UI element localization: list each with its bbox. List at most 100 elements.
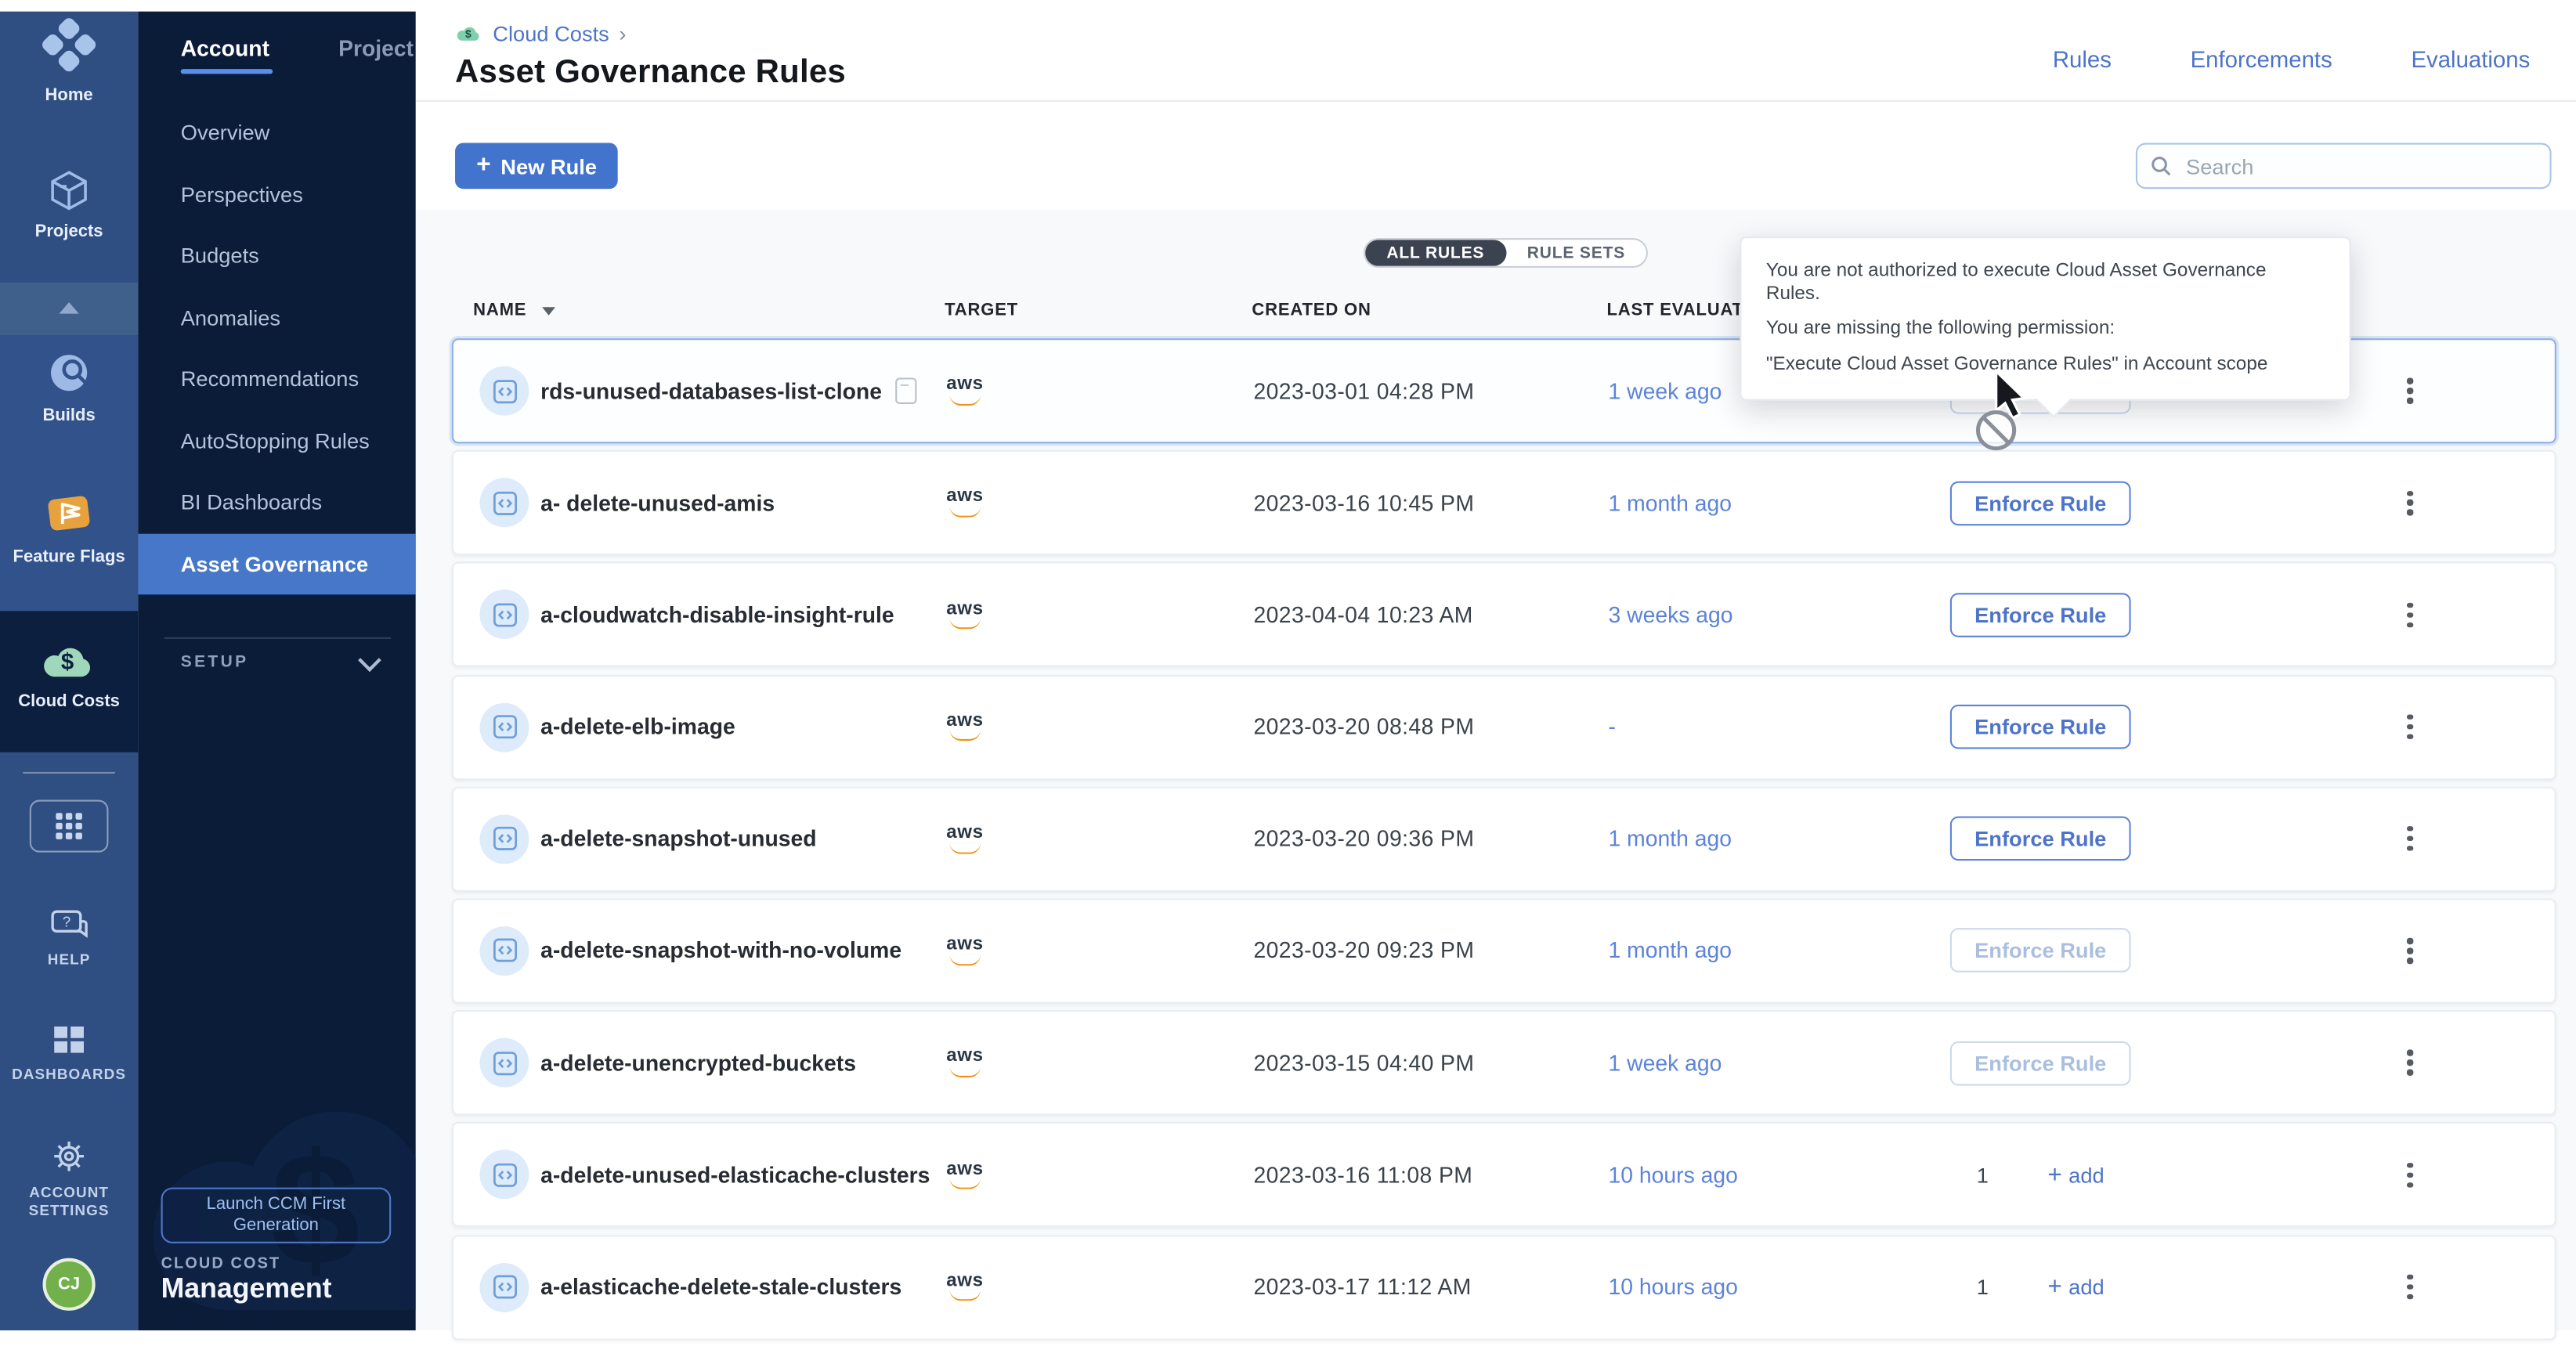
nav-enforcements-link[interactable]: Enforcements [2191, 46, 2332, 73]
row-menu-button[interactable] [2389, 340, 2432, 442]
rule-name[interactable]: a-delete-unused-elasticache-clusters [540, 1163, 930, 1187]
created-on-cell: 2023-03-20 08:48 PM [1253, 676, 1474, 778]
rule-name[interactable]: a-delete-elb-image [540, 715, 735, 739]
sidebar-item-overview[interactable]: Overview [138, 102, 415, 164]
rule-name[interactable]: a-delete-snapshot-unused [540, 827, 816, 851]
setup-section-toggle[interactable]: SETUP [181, 654, 378, 672]
left-nav-rail: Home Projects Builds Feature Flags $ Clo… [0, 0, 138, 1330]
last-evaluation-link[interactable]: 1 week ago [1609, 1012, 1722, 1113]
last-evaluation-link[interactable]: 1 month ago [1609, 900, 1732, 1001]
kebab-icon [2408, 1162, 2413, 1187]
nav-cloud-costs[interactable]: $ Cloud Costs [0, 641, 138, 713]
sidebar-item-autostopping-rules[interactable]: AutoStopping Rules [138, 410, 415, 471]
add-enforcement-button[interactable]: +add [2047, 1273, 2104, 1301]
last-evaluation-link[interactable]: 1 month ago [1609, 452, 1732, 554]
app-window: Home Projects Builds Feature Flags $ Clo… [0, 0, 2576, 1330]
sidebar-item-budgets[interactable]: Budgets [138, 225, 415, 287]
cube-icon [46, 168, 92, 214]
nav-help[interactable]: ? HELP [0, 907, 138, 969]
table-row[interactable]: a-cloudwatch-disable-insight-rule aws 20… [452, 562, 2556, 667]
row-menu-button[interactable] [2389, 1124, 2432, 1225]
user-menu[interactable]: CJ [0, 1258, 138, 1311]
avatar[interactable]: CJ [43, 1258, 96, 1311]
rail-collapse-button[interactable] [0, 302, 138, 314]
enforce-rule-button[interactable]: Enforce Rule [1950, 817, 2131, 861]
last-evaluation-link[interactable]: 3 weeks ago [1609, 564, 1733, 666]
header-nav: Rules Enforcements Evaluations [2053, 46, 2530, 73]
sidebar-item-recommendations[interactable]: Recommendations [138, 348, 415, 410]
table-row[interactable]: a-delete-snapshot-with-no-volume aws 202… [452, 898, 2556, 1003]
search-box[interactable] [2136, 143, 2552, 189]
nav-builds-label: Builds [42, 406, 95, 428]
target-cell: aws [946, 676, 983, 778]
launch-ccm-first-gen-button[interactable]: Launch CCM First Generation [161, 1188, 392, 1243]
rule-name[interactable]: rds-unused-databases-list-clone [540, 378, 882, 402]
row-menu-button[interactable] [2389, 676, 2432, 778]
table-row[interactable]: a-delete-snapshot-unused aws 2023-03-20 … [452, 786, 2556, 891]
row-menu-button[interactable] [2389, 900, 2432, 1001]
created-on-cell: 2023-03-01 04:28 PM [1253, 340, 1474, 442]
created-on-cell: 2023-03-16 11:08 PM [1253, 1124, 1472, 1225]
aws-logo-icon: aws [946, 936, 983, 965]
tooltip-line-2: You are missing the following permission… [1766, 312, 2325, 347]
nav-evaluations-link[interactable]: Evaluations [2411, 46, 2530, 73]
nav-builds[interactable]: Builds [0, 348, 138, 428]
column-created-on: CREATED ON [1252, 301, 1371, 320]
rule-name[interactable]: a-delete-snapshot-with-no-volume [540, 939, 901, 963]
row-menu-button[interactable] [2389, 1012, 2432, 1113]
sort-arrow-icon[interactable] [542, 307, 555, 315]
last-evaluation-link[interactable]: 10 hours ago [1609, 1236, 1738, 1337]
rule-name[interactable]: a-elasticache-delete-stale-clusters [540, 1275, 901, 1299]
rule-name[interactable]: a- delete-unused-amis [540, 491, 775, 515]
toggle-all-rules[interactable]: ALL RULES [1365, 240, 1505, 266]
add-enforcement-button[interactable]: +add [2047, 1161, 2104, 1189]
enforcement-count-cell: 1 +add [1977, 1273, 2105, 1301]
sidebar-item-asset-governance[interactable]: Asset Governance [138, 533, 415, 595]
row-menu-button[interactable] [2389, 1236, 2432, 1337]
rule-name[interactable]: a-cloudwatch-disable-insight-rule [540, 603, 894, 627]
sidebar-item-perspectives[interactable]: Perspectives [138, 164, 415, 226]
table-row[interactable]: a-delete-unused-elasticache-clusters aws… [452, 1122, 2556, 1227]
kebab-icon [2408, 1274, 2413, 1299]
enforce-rule-button[interactable]: Enforce Rule [1950, 481, 2131, 525]
nav-feature-flags[interactable]: Feature Flags [0, 489, 138, 568]
nav-account-settings[interactable]: ACCOUNT SETTINGS [0, 1137, 138, 1222]
enforce-rule-button[interactable]: Enforce Rule [1950, 929, 2131, 973]
table-row[interactable]: a- delete-unused-amis aws 2023-03-16 10:… [452, 450, 2556, 555]
enforce-rule-button[interactable]: Enforce Rule [1950, 705, 2131, 749]
enforce-rule-button[interactable]: Enforce Rule [1950, 1041, 2131, 1085]
breadcrumb[interactable]: $ Cloud Costs › [455, 21, 626, 45]
nav-projects[interactable]: Projects [0, 168, 138, 244]
new-rule-button[interactable]: + New Rule [455, 143, 618, 189]
breadcrumb-cloud-costs[interactable]: Cloud Costs [493, 21, 609, 45]
table-row[interactable]: a-elasticache-delete-stale-clusters aws … [452, 1234, 2556, 1339]
sidebar-item-bi-dashboards[interactable]: BI Dashboards [138, 471, 415, 533]
last-evaluation-link[interactable]: 1 week ago [1609, 340, 1722, 442]
row-menu-button[interactable] [2389, 788, 2432, 890]
last-evaluation-link[interactable]: 10 hours ago [1609, 1124, 1738, 1225]
search-input[interactable] [2183, 152, 2537, 180]
last-evaluation-link[interactable]: - [1609, 676, 1616, 778]
enforce-rule-button[interactable]: Enforce Rule [1950, 593, 2131, 637]
row-menu-button[interactable] [2389, 452, 2432, 554]
module-picker-button[interactable] [0, 800, 138, 853]
column-name[interactable]: NAME [473, 301, 526, 320]
enforcement-count: 1 [1977, 1275, 1989, 1299]
nav-rules-link[interactable]: Rules [2053, 46, 2112, 73]
rail-divider [23, 772, 114, 774]
table-row[interactable]: a-delete-unencrypted-buckets aws 2023-03… [452, 1010, 2556, 1115]
sidebar-item-anomalies[interactable]: Anomalies [138, 287, 415, 348]
nav-home[interactable]: Home [0, 21, 138, 106]
created-on-cell: 2023-04-04 10:23 AM [1253, 564, 1472, 666]
rule-name[interactable]: a-delete-unencrypted-buckets [540, 1051, 856, 1075]
feature-flags-icon [43, 489, 96, 539]
last-evaluation-link[interactable]: 1 month ago [1609, 788, 1732, 890]
nav-dashboards[interactable]: DASHBOARDS [0, 1022, 138, 1084]
table-row[interactable]: a-delete-elb-image aws 2023-03-20 08:48 … [452, 674, 2556, 779]
target-cell: aws [946, 900, 983, 1001]
row-menu-button[interactable] [2389, 564, 2432, 666]
copy-icon[interactable] [895, 377, 916, 404]
tab-account[interactable]: Account [181, 36, 269, 74]
toggle-rule-sets[interactable]: RULE SETS [1506, 240, 1647, 266]
tab-project[interactable]: Project [338, 36, 414, 74]
